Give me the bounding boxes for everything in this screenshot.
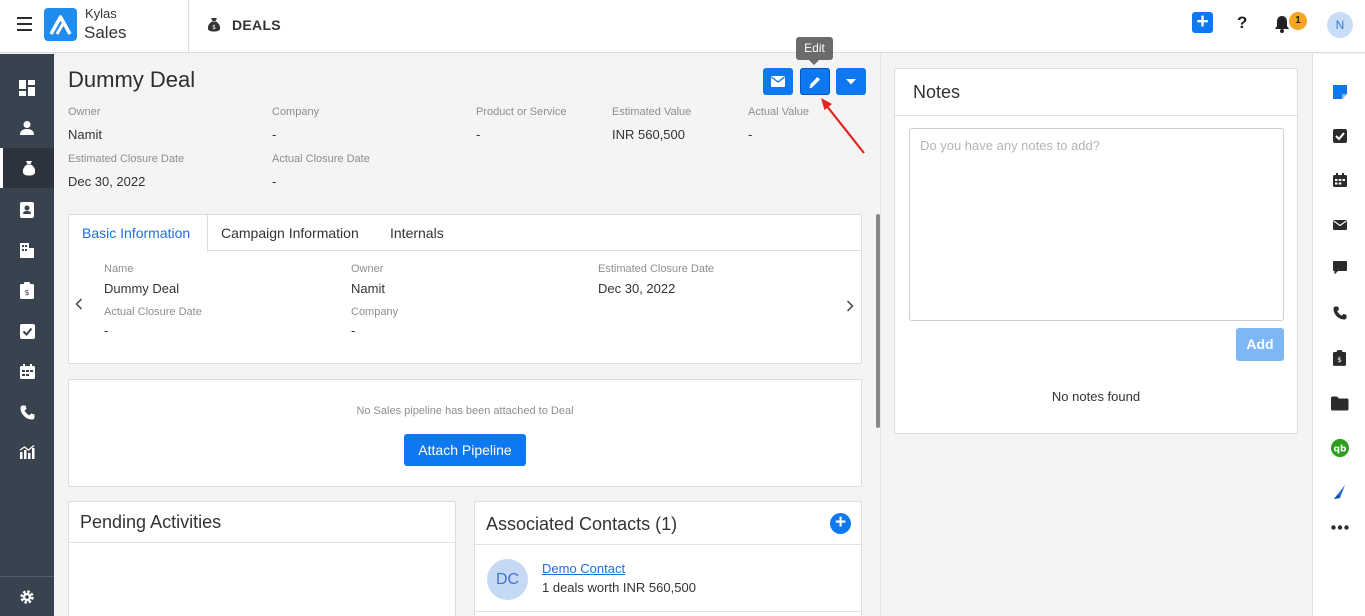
associated-contacts-card: Associated Contacts (1) + (474, 501, 862, 616)
email-icon[interactable] (1313, 210, 1365, 240)
field-value: INR 560,500 (612, 127, 685, 142)
field-value: Namit (351, 281, 385, 296)
integration-icon[interactable] (1313, 477, 1365, 507)
quote-icon[interactable]: $ (1313, 343, 1365, 373)
notification-badge: 1 (1289, 12, 1307, 30)
field-label: Estimated Value (612, 106, 692, 118)
chevron-right-icon[interactable] (846, 299, 854, 317)
edit-tooltip: Edit (796, 37, 833, 60)
brand-product: Sales (84, 23, 127, 42)
notes-title: Notes (913, 82, 961, 102)
companies-icon[interactable] (0, 230, 54, 270)
left-sidebar: $ (0, 54, 54, 616)
field-label: Actual Value (748, 106, 809, 118)
dashboard-icon[interactable] (0, 68, 54, 108)
svg-text:$: $ (24, 288, 29, 297)
field-value: Dec 30, 2022 (68, 174, 146, 189)
field-value: Dec 30, 2022 (598, 281, 676, 296)
field-value: Namit (68, 127, 102, 142)
tab-basic-information[interactable]: Basic Information (69, 215, 208, 252)
user-avatar[interactable]: N (1327, 12, 1353, 38)
tasks-icon[interactable] (0, 311, 54, 351)
field-value: - (272, 127, 277, 142)
bell-icon[interactable] (1274, 15, 1290, 38)
sticky-note-icon[interactable] (1313, 77, 1365, 107)
annotation-arrow (821, 98, 865, 154)
contacts-icon[interactable] (0, 190, 54, 230)
panel-divider (880, 54, 881, 616)
svg-text:$: $ (1337, 355, 1342, 364)
more-options-icon[interactable] (1313, 512, 1365, 542)
field-label: Product or Service (476, 106, 567, 118)
more-actions-dropdown[interactable] (836, 68, 866, 95)
details-tabs: Basic Information Campaign Information I… (69, 215, 861, 252)
calendar-icon[interactable] (1313, 165, 1365, 195)
field-value: - (272, 174, 277, 189)
right-rail: $ qb (1312, 54, 1365, 616)
phone-icon[interactable] (0, 392, 54, 432)
pending-activities-title: Pending Activities (80, 512, 222, 532)
card-divider (69, 542, 455, 543)
details-card: Basic Information Campaign Information I… (68, 214, 862, 364)
field-label: Actual Closure Date (104, 306, 202, 318)
tasks-icon[interactable] (1313, 121, 1365, 151)
field-label: Estimated Closure Date (598, 263, 715, 275)
pipeline-message: No Sales pipeline has been attached to D… (356, 405, 574, 417)
tooltip-arrow (809, 60, 819, 65)
field-label: Owner (68, 106, 101, 118)
field-label: Company (272, 106, 320, 118)
field-label: Estimated Closure Date (68, 153, 185, 165)
quickbooks-icon[interactable]: qb (1313, 433, 1365, 463)
deal-title: Dummy Deal (68, 67, 196, 92)
card-divider (895, 115, 1297, 116)
edit-button[interactable] (800, 68, 830, 95)
svg-text:qb: qb (1333, 445, 1346, 455)
quotes-icon[interactable]: $ (0, 270, 54, 310)
module-title: DEALS (232, 17, 281, 33)
tab-campaign-information[interactable]: Campaign Information (221, 215, 359, 251)
field-label: Name (104, 263, 134, 275)
associated-contacts-title: Associated Contacts (1) (486, 514, 678, 534)
add-note-button[interactable]: Add (1236, 328, 1284, 361)
folder-icon[interactable] (1313, 388, 1365, 418)
field-value: - (104, 323, 109, 338)
field-label: Company (351, 306, 399, 318)
field-value: Dummy Deal (104, 281, 180, 296)
contact-summary: 1 deals worth INR 560,500 (542, 580, 696, 595)
chevron-left-icon[interactable] (75, 297, 83, 315)
header-divider (188, 0, 189, 53)
list-divider (475, 611, 861, 612)
svg-text:$: $ (212, 24, 216, 31)
reports-icon[interactable] (0, 432, 54, 472)
phone-icon[interactable] (1313, 298, 1365, 328)
hamburger-menu-icon[interactable] (17, 17, 32, 31)
deals-icon[interactable] (0, 148, 54, 188)
contact-avatar: DC (487, 559, 528, 600)
chat-icon[interactable] (1313, 253, 1365, 283)
money-bag-icon: $ (206, 16, 222, 37)
field-label: Actual Closure Date (272, 153, 370, 165)
add-contact-button[interactable]: + (830, 513, 851, 534)
no-notes-message: No notes found (1051, 389, 1141, 404)
brand-name: Kylas (85, 6, 117, 21)
card-divider (475, 544, 861, 545)
leads-icon[interactable] (0, 108, 54, 148)
notes-input[interactable] (909, 128, 1284, 321)
top-bar: Kylas Sales $ DEALS + ? 1 N (0, 0, 1365, 53)
help-icon[interactable]: ? (1237, 13, 1247, 33)
field-value: - (351, 323, 356, 338)
field-value: - (476, 127, 481, 142)
tab-internals[interactable]: Internals (390, 215, 444, 251)
email-button[interactable] (763, 68, 793, 95)
field-value: - (748, 127, 753, 142)
settings-gear-icon[interactable] (0, 576, 54, 616)
pipeline-card: No Sales pipeline has been attached to D… (68, 379, 862, 487)
calendar-icon[interactable] (0, 351, 54, 391)
kylas-logo (44, 8, 77, 41)
field-label: Owner (351, 263, 384, 275)
quick-add-button[interactable]: + (1192, 11, 1213, 33)
pending-activities-card: Pending Activities (68, 501, 456, 616)
contact-name-link[interactable]: Demo Contact (542, 561, 625, 576)
attach-pipeline-button[interactable]: Attach Pipeline (404, 434, 526, 466)
